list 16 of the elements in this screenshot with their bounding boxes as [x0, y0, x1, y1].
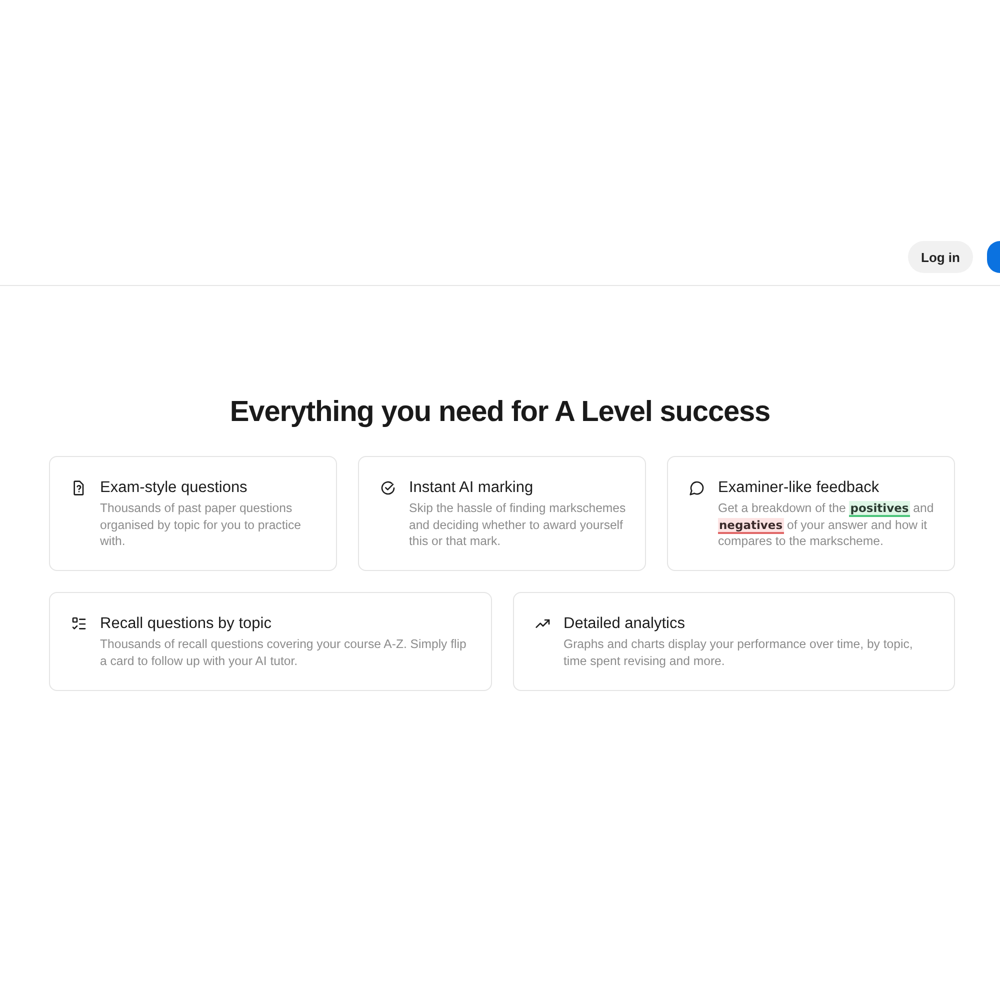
- feature-description: Graphs and charts display your performance over time, by topic, time spent revising and more.: [564, 636, 914, 670]
- feature-description: Get a breakdown of the positives and negatives of your answer and how it compares to the markscheme.: [718, 500, 935, 550]
- feature-title: Detailed analytics: [564, 614, 686, 634]
- speech-bubble-icon: [689, 480, 705, 496]
- feature-title: Recall questions by topic: [100, 614, 272, 634]
- feature-title: Instant AI marking: [409, 478, 534, 498]
- primary-button[interactable]: [987, 241, 1000, 273]
- feature-title: Exam-style questions: [100, 478, 248, 498]
- feature-description: Skip the hassle of finding markschemes and deciding whether to award yourself this or that mark.: [409, 500, 627, 550]
- feature-description: Thousands of past paper questions organised by topic for you to practice with.: [100, 500, 302, 550]
- checklist-icon: [71, 616, 87, 632]
- section-heading: Everything you need for A Level success: [228, 395, 772, 430]
- feature-description: Thousands of recall questions covering your course A-Z. Simply flip a card to follow up with your AI tutor.: [100, 636, 468, 670]
- feature-title: Examiner-like feedback: [718, 478, 880, 498]
- log-in-button[interactable]: Log in: [908, 241, 973, 273]
- check-circle-icon: [380, 480, 396, 496]
